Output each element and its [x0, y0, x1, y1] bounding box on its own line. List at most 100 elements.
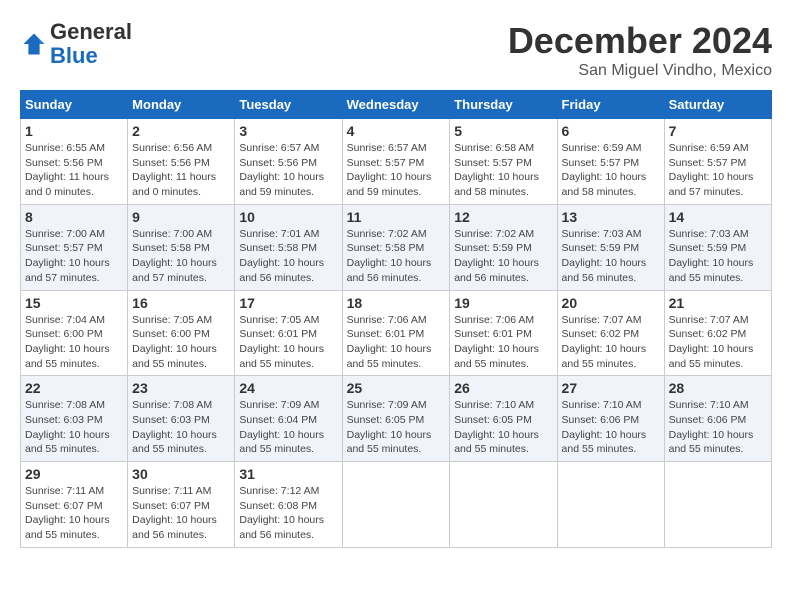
day-info: Sunrise: 7:12 AM Sunset: 6:08 PM Dayligh… — [239, 484, 337, 543]
day-info: Sunrise: 7:00 AM Sunset: 5:57 PM Dayligh… — [25, 227, 123, 286]
logo-text: General Blue — [50, 20, 132, 68]
calendar-header-friday: Friday — [557, 91, 664, 119]
calendar-cell: 20Sunrise: 7:07 AM Sunset: 6:02 PM Dayli… — [557, 290, 664, 376]
calendar-week-row: 8 Sunrise: 7:00 AM Sunset: 5:57 PM Daylig… — [21, 204, 772, 290]
day-info: Sunrise: 6:59 AM Sunset: 5:57 PM Dayligh… — [562, 141, 660, 200]
calendar-cell: 1Sunrise: 6:55 AM Sunset: 5:56 PM Daylig… — [21, 119, 128, 205]
calendar-header-monday: Monday — [128, 91, 235, 119]
day-number: 29 — [25, 466, 123, 482]
day-number: 27 — [562, 380, 660, 396]
calendar-cell: 12 Sunrise: 7:02 AM Sunset: 5:59 PM Dayli… — [450, 204, 557, 290]
calendar-week-row: 22 Sunrise: 7:08 AM Sunset: 6:03 PM Dayli… — [21, 376, 772, 462]
calendar-cell — [557, 462, 664, 548]
day-info: Sunrise: 7:08 AM Sunset: 6:03 PM Dayligh… — [132, 398, 230, 457]
day-number: 18 — [347, 295, 446, 311]
calendar-header-sunday: Sunday — [21, 91, 128, 119]
day-info: Sunrise: 7:06 AM Sunset: 6:01 PM Dayligh… — [347, 313, 446, 372]
calendar-cell: 25 Sunrise: 7:09 AM Sunset: 6:05 PM Dayli… — [342, 376, 450, 462]
day-info: Sunrise: 7:10 AM Sunset: 6:06 PM Dayligh… — [669, 398, 767, 457]
day-info: Sunrise: 6:57 AM Sunset: 5:57 PM Dayligh… — [347, 141, 446, 200]
calendar-week-row: 29 Sunrise: 7:11 AM Sunset: 6:07 PM Dayli… — [21, 462, 772, 548]
calendar-cell: 29 Sunrise: 7:11 AM Sunset: 6:07 PM Dayli… — [21, 462, 128, 548]
calendar-cell: 21 Sunrise: 7:07 AM Sunset: 6:02 PM Dayli… — [664, 290, 771, 376]
day-info: Sunrise: 7:03 AM Sunset: 5:59 PM Dayligh… — [562, 227, 660, 286]
day-number: 6 — [562, 123, 660, 139]
calendar-cell: 23 Sunrise: 7:08 AM Sunset: 6:03 PM Dayli… — [128, 376, 235, 462]
day-info: Sunrise: 7:01 AM Sunset: 5:58 PM Dayligh… — [239, 227, 337, 286]
day-number: 25 — [347, 380, 446, 396]
day-number: 17 — [239, 295, 337, 311]
day-info: Sunrise: 7:09 AM Sunset: 6:05 PM Dayligh… — [347, 398, 446, 457]
day-number: 14 — [669, 209, 767, 225]
calendar-cell: 6 Sunrise: 6:59 AM Sunset: 5:57 PM Daylig… — [557, 119, 664, 205]
calendar-cell: 24Sunrise: 7:09 AM Sunset: 6:04 PM Dayli… — [235, 376, 342, 462]
day-info: Sunrise: 6:59 AM Sunset: 5:57 PM Dayligh… — [669, 141, 767, 200]
day-info: Sunrise: 7:11 AM Sunset: 6:07 PM Dayligh… — [25, 484, 123, 543]
title-block: December 2024 San Miguel Vindho, Mexico — [508, 20, 772, 80]
calendar-header-thursday: Thursday — [450, 91, 557, 119]
calendar-cell: 14 Sunrise: 7:03 AM Sunset: 5:59 PM Dayli… — [664, 204, 771, 290]
logo-icon — [20, 30, 48, 58]
day-info: Sunrise: 7:04 AM Sunset: 6:00 PM Dayligh… — [25, 313, 123, 372]
day-info: Sunrise: 7:05 AM Sunset: 6:01 PM Dayligh… — [239, 313, 337, 372]
day-info: Sunrise: 7:03 AM Sunset: 5:59 PM Dayligh… — [669, 227, 767, 286]
day-number: 21 — [669, 295, 767, 311]
calendar-cell: 30 Sunrise: 7:11 AM Sunset: 6:07 PM Dayli… — [128, 462, 235, 548]
day-number: 13 — [562, 209, 660, 225]
calendar-week-row: 15Sunrise: 7:04 AM Sunset: 6:00 PM Dayli… — [21, 290, 772, 376]
calendar-cell: 27 Sunrise: 7:10 AM Sunset: 6:06 PM Dayli… — [557, 376, 664, 462]
day-number: 24 — [239, 380, 337, 396]
calendar-cell: 15Sunrise: 7:04 AM Sunset: 6:00 PM Dayli… — [21, 290, 128, 376]
calendar-cell: 13 Sunrise: 7:03 AM Sunset: 5:59 PM Dayli… — [557, 204, 664, 290]
day-number: 8 — [25, 209, 123, 225]
day-number: 31 — [239, 466, 337, 482]
day-number: 30 — [132, 466, 230, 482]
day-info: Sunrise: 6:56 AM Sunset: 5:56 PM Dayligh… — [132, 141, 230, 200]
day-info: Sunrise: 7:10 AM Sunset: 6:06 PM Dayligh… — [562, 398, 660, 457]
page-header: General Blue December 2024 San Miguel Vi… — [20, 20, 772, 80]
day-info: Sunrise: 6:58 AM Sunset: 5:57 PM Dayligh… — [454, 141, 552, 200]
day-number: 16 — [132, 295, 230, 311]
calendar-cell: 10 Sunrise: 7:01 AM Sunset: 5:58 PM Dayli… — [235, 204, 342, 290]
day-number: 3 — [239, 123, 337, 139]
calendar-cell: 17 Sunrise: 7:05 AM Sunset: 6:01 PM Dayli… — [235, 290, 342, 376]
calendar-header-row: SundayMondayTuesdayWednesdayThursdayFrid… — [21, 91, 772, 119]
day-number: 9 — [132, 209, 230, 225]
calendar-cell: 22 Sunrise: 7:08 AM Sunset: 6:03 PM Dayli… — [21, 376, 128, 462]
calendar-cell: 18 Sunrise: 7:06 AM Sunset: 6:01 PM Dayli… — [342, 290, 450, 376]
day-info: Sunrise: 7:06 AM Sunset: 6:01 PM Dayligh… — [454, 313, 552, 372]
calendar-cell: 26Sunrise: 7:10 AM Sunset: 6:05 PM Dayli… — [450, 376, 557, 462]
day-number: 7 — [669, 123, 767, 139]
calendar-table: SundayMondayTuesdayWednesdayThursdayFrid… — [20, 90, 772, 548]
logo-blue-text: Blue — [50, 43, 98, 68]
day-info: Sunrise: 7:11 AM Sunset: 6:07 PM Dayligh… — [132, 484, 230, 543]
calendar-week-row: 1Sunrise: 6:55 AM Sunset: 5:56 PM Daylig… — [21, 119, 772, 205]
day-number: 28 — [669, 380, 767, 396]
day-number: 23 — [132, 380, 230, 396]
day-info: Sunrise: 7:08 AM Sunset: 6:03 PM Dayligh… — [25, 398, 123, 457]
day-number: 11 — [347, 209, 446, 225]
day-info: Sunrise: 6:55 AM Sunset: 5:56 PM Dayligh… — [25, 141, 123, 200]
calendar-cell: 4 Sunrise: 6:57 AM Sunset: 5:57 PM Daylig… — [342, 119, 450, 205]
day-number: 22 — [25, 380, 123, 396]
calendar-header-saturday: Saturday — [664, 91, 771, 119]
calendar-cell — [450, 462, 557, 548]
day-info: Sunrise: 7:02 AM Sunset: 5:59 PM Dayligh… — [454, 227, 552, 286]
calendar-cell: 9Sunrise: 7:00 AM Sunset: 5:58 PM Daylig… — [128, 204, 235, 290]
day-number: 10 — [239, 209, 337, 225]
calendar-cell: 19Sunrise: 7:06 AM Sunset: 6:01 PM Dayli… — [450, 290, 557, 376]
calendar-cell: 31 Sunrise: 7:12 AM Sunset: 6:08 PM Dayli… — [235, 462, 342, 548]
day-number: 26 — [454, 380, 552, 396]
location-subtitle: San Miguel Vindho, Mexico — [508, 62, 772, 80]
day-number: 2 — [132, 123, 230, 139]
calendar-cell: 28 Sunrise: 7:10 AM Sunset: 6:06 PM Dayli… — [664, 376, 771, 462]
logo-general-text: General — [50, 19, 132, 44]
day-number: 4 — [347, 123, 446, 139]
day-number: 12 — [454, 209, 552, 225]
day-info: Sunrise: 7:07 AM Sunset: 6:02 PM Dayligh… — [669, 313, 767, 372]
day-info: Sunrise: 7:02 AM Sunset: 5:58 PM Dayligh… — [347, 227, 446, 286]
calendar-cell: 11 Sunrise: 7:02 AM Sunset: 5:58 PM Dayli… — [342, 204, 450, 290]
calendar-cell: 2 Sunrise: 6:56 AM Sunset: 5:56 PM Daylig… — [128, 119, 235, 205]
day-info: Sunrise: 6:57 AM Sunset: 5:56 PM Dayligh… — [239, 141, 337, 200]
calendar-header-wednesday: Wednesday — [342, 91, 450, 119]
